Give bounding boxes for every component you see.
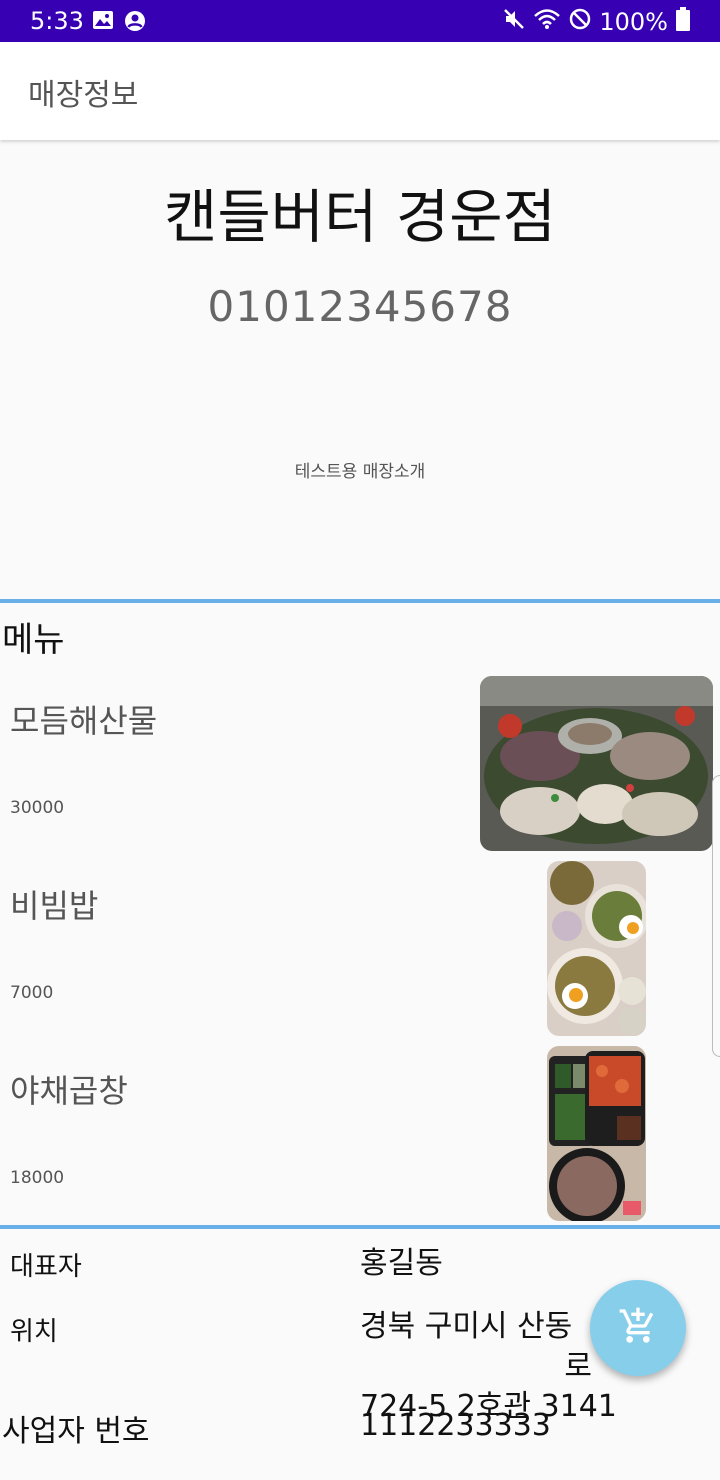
edge-panel-handle[interactable] [712,775,720,1057]
menu-item[interactable]: 모듬해산물 30000 [0,676,720,856]
page-title: 매장정보 [28,78,139,113]
menu-item-name: 비빔밥 [10,887,99,925]
divider-top [0,599,720,603]
menu-heading: 메뉴 [2,620,65,660]
divider-bottom [0,1225,720,1229]
owner-label: 대표자 [10,1252,82,1282]
mute-icon [503,8,525,36]
battery-text: 100% [599,8,668,36]
store-phone[interactable]: 01012345678 [0,282,720,331]
battery-icon [676,7,690,37]
gopchang-photo [547,1046,646,1221]
status-time: 5:33 [30,7,84,35]
location-line-1: 경북 구미시 산동 [360,1309,573,1344]
account-circle-icon [124,10,146,36]
business-value: 1112233333 [360,1408,551,1443]
menu-item-price: 18000 [10,1168,65,1188]
add-shopping-cart-icon [618,1306,658,1350]
location-line-1-end: 로 [564,1349,592,1384]
do-not-disturb-icon [569,8,591,36]
business-label: 사업자 번호 [2,1414,150,1449]
menu-item[interactable]: 야채곱창 18000 [0,1046,720,1226]
wifi-icon [533,8,561,36]
menu-item-price: 7000 [10,983,54,1003]
app-bar: 매장정보 [0,42,720,140]
menu-item[interactable]: 비빔밥 7000 [0,861,720,1041]
owner-value: 홍길동 [360,1246,443,1281]
seafood-platter-photo [480,676,713,851]
location-label: 위치 [10,1317,58,1347]
add-to-cart-button[interactable] [590,1280,686,1376]
store-name: 캔들버터 경운점 [164,183,556,251]
status-bar: 5:33 100% [0,0,720,42]
bibimbap-photo [547,861,646,1036]
menu-item-name: 야채곱창 [10,1072,128,1110]
image-icon [92,10,114,36]
store-intro: 테스트용 매장소개 [294,462,426,482]
menu-item-name: 모듬해산물 [10,702,158,740]
menu-item-price: 30000 [10,798,65,818]
